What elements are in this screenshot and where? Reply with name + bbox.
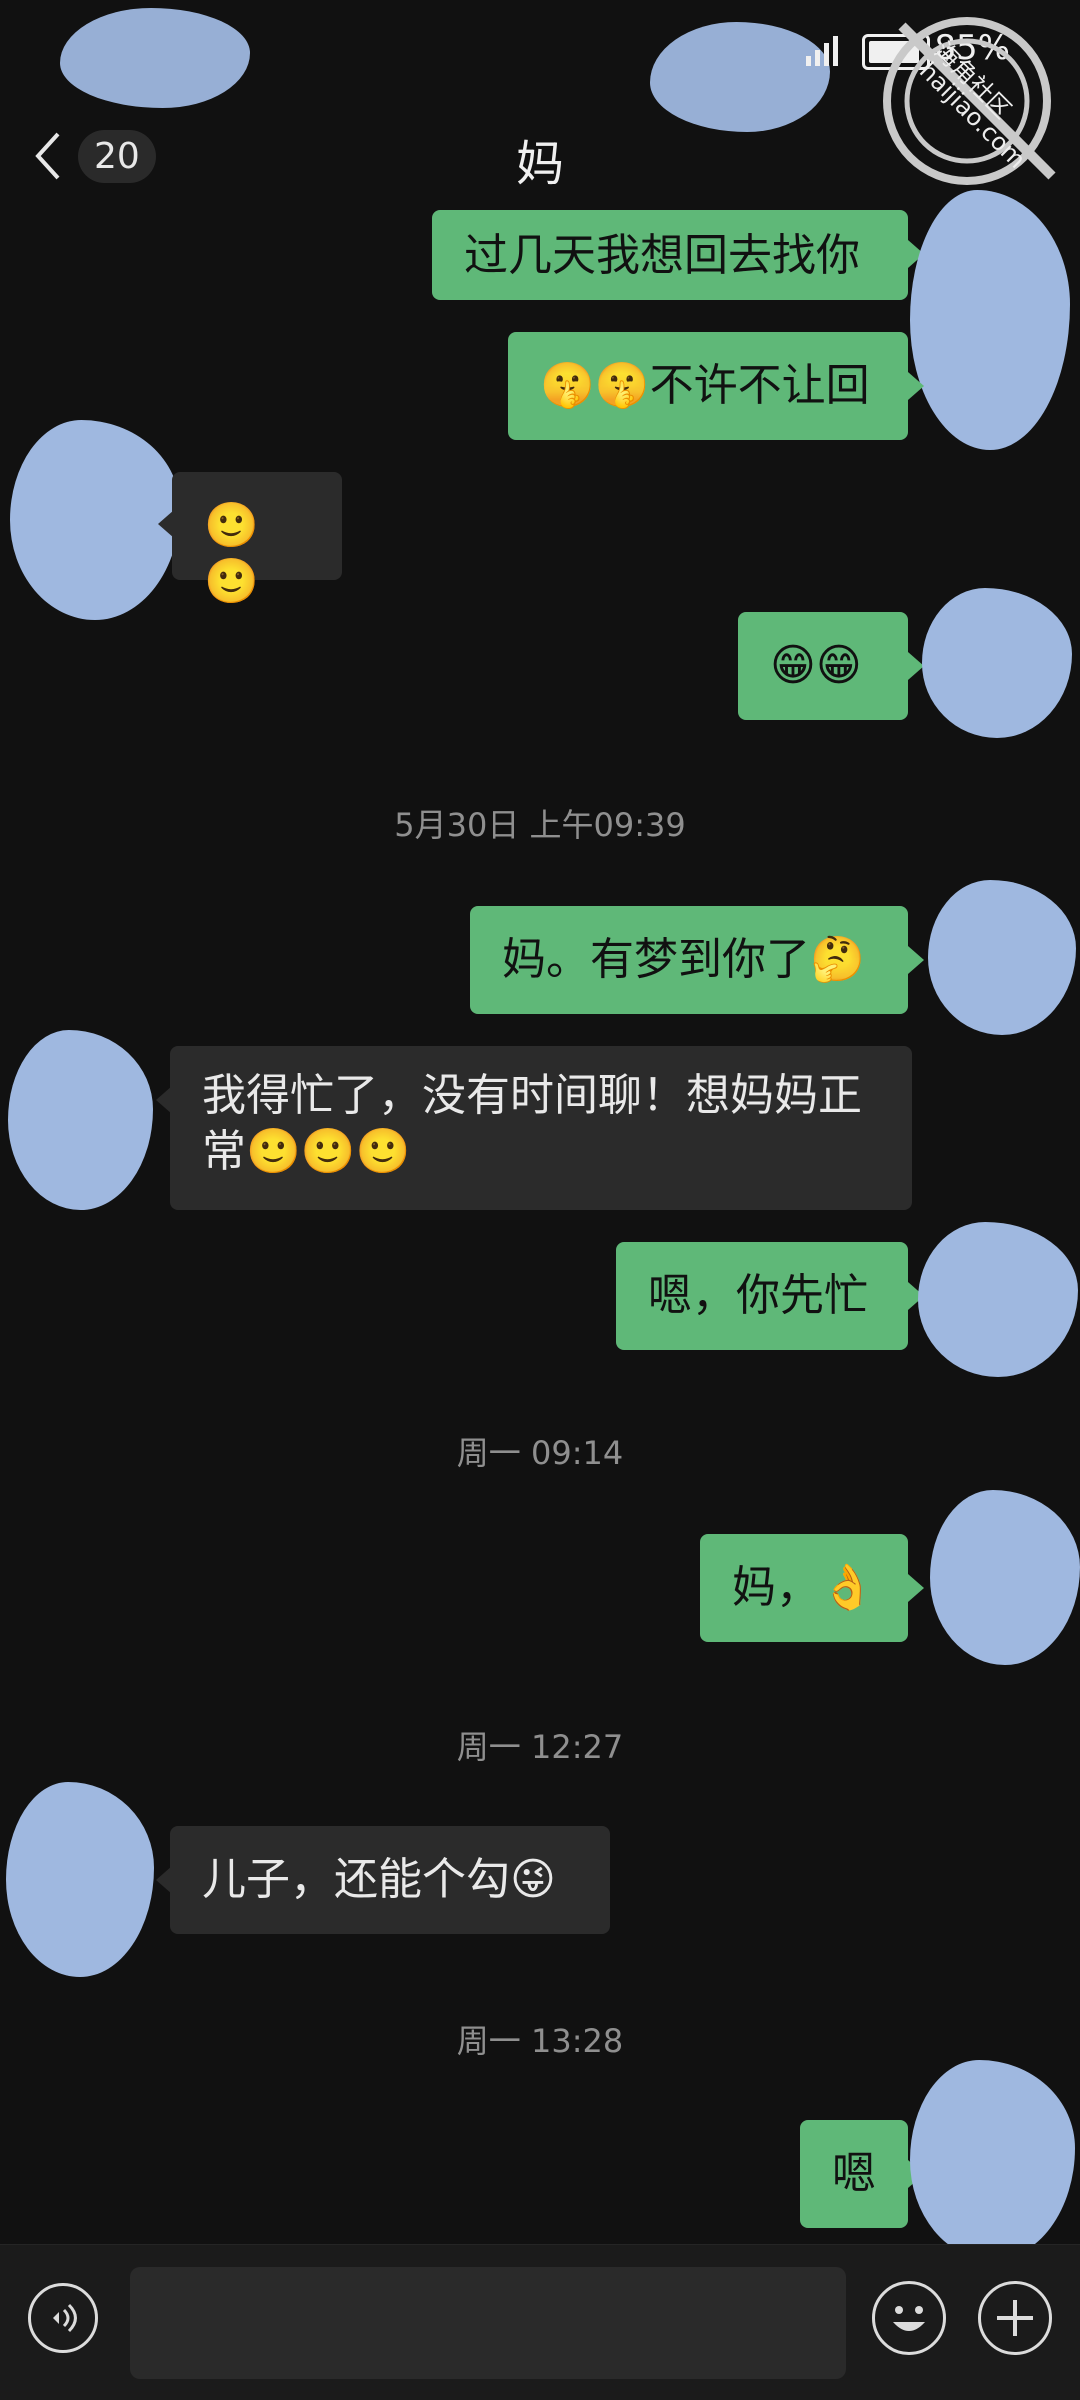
message-row: 🙂🙂 <box>0 472 1080 607</box>
emoji-button[interactable] <box>872 2281 946 2355</box>
message-row: 😁😁 <box>0 612 1080 722</box>
chat-title: 妈 <box>515 136 564 192</box>
plus-icon <box>997 2300 1033 2336</box>
message-input[interactable] <box>130 2267 846 2379</box>
message-row: 妈，👌 <box>0 1534 1080 1644</box>
avatar[interactable] <box>918 1222 1078 1377</box>
message-bubble[interactable]: 儿子，还能个勾😜 <box>170 1826 610 1934</box>
message-bubble[interactable]: 妈，👌 <box>700 1534 908 1642</box>
input-bar <box>0 2244 1080 2400</box>
signal-icon <box>806 36 838 66</box>
message-bubble[interactable]: 🤫🤫不许不让回 <box>508 332 908 440</box>
message-bubble[interactable]: 🙂🙂 <box>172 472 342 607</box>
message-row: 🤫🤫不许不让回 <box>0 332 1080 442</box>
message-row: 妈。有梦到你了🤔 <box>0 906 1080 1016</box>
message-bubble[interactable]: 妈。有梦到你了🤔 <box>470 906 908 1014</box>
voice-icon <box>53 2303 77 2333</box>
message-bubble[interactable]: 嗯 <box>800 2120 908 2228</box>
redacted-blob <box>60 8 250 108</box>
message-bubble[interactable]: 嗯，你先忙 <box>616 1242 908 1350</box>
emoji-icon <box>893 2306 925 2331</box>
voice-button[interactable] <box>28 2283 98 2353</box>
chat-header: 20 妈 <box>0 110 1080 200</box>
message-bubble[interactable]: 过几天我想回去找你 <box>432 210 908 300</box>
timestamp: 5月30日 上午09:39 <box>394 806 686 844</box>
plus-button[interactable] <box>978 2281 1052 2355</box>
timestamp: 周一 13:28 <box>456 2022 624 2060</box>
timestamp: 周一 09:14 <box>456 1434 624 1472</box>
message-row: 儿子，还能个勾😜 <box>0 1826 1080 1936</box>
message-row: 我得忙了，没有时间聊！想妈妈正常🙂🙂🙂 <box>0 1046 1080 1210</box>
message-bubble[interactable]: 😁😁 <box>738 612 908 720</box>
avatar[interactable] <box>910 2060 1075 2260</box>
message-bubble[interactable]: 我得忙了，没有时间聊！想妈妈正常🙂🙂🙂 <box>170 1046 912 1210</box>
timestamp: 周一 12:27 <box>456 1728 624 1766</box>
